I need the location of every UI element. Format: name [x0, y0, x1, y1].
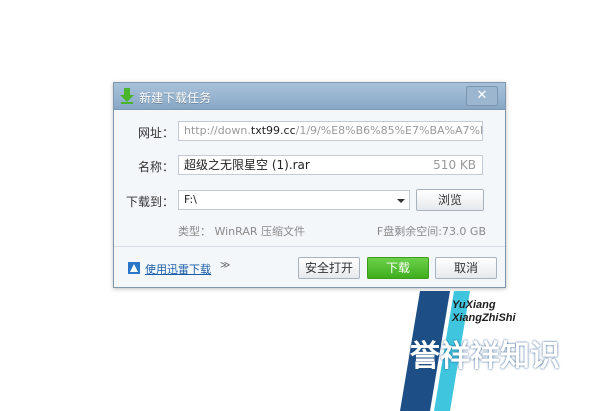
watermark-name-en-line2: XiangZhiShi [452, 312, 516, 324]
watermark-logo: YuXiang XiangZhiShi 誉祥祥知识 [390, 291, 600, 411]
use-thunder-download-text[interactable]: 使用迅雷下载 [145, 261, 211, 277]
chevron-down-icon[interactable]: ≫ [220, 260, 230, 271]
browse-button[interactable]: 浏览 [416, 189, 484, 211]
name-label: 名称： [137, 160, 174, 174]
file-type-info: 类型： WinRAR 压缩文件 [178, 225, 306, 238]
file-name: 超级之无限星空 (1).rar [184, 158, 310, 172]
file-size: 510 KB [433, 158, 476, 172]
download-arrow-icon [120, 88, 134, 104]
title-bar[interactable]: 新建下载任务 ✕ [114, 83, 505, 110]
dropdown-arrow-icon[interactable] [397, 199, 405, 203]
thunder-flag-icon [128, 262, 140, 274]
url-domain: txt99.cc [250, 124, 296, 137]
url-prefix: http://down. [184, 124, 251, 137]
download-path-select[interactable]: F:\ [178, 190, 410, 210]
url-label: 网址： [137, 126, 174, 140]
url-rest: /1/9/%E8%B6%85%E7%BA%A7%E4%B [295, 124, 482, 137]
watermark-name-en-line1: YuXiang [452, 299, 496, 311]
name-field[interactable]: 超级之无限星空 (1).rar 510 KB [178, 155, 483, 175]
free-space-info: F盘剩余空间:73.0 GB [376, 225, 486, 238]
new-download-task-dialog: 新建下载任务 ✕ 网址： http://down.txt99.cc/1/9/%E… [113, 82, 506, 288]
download-path-value: F:\ [184, 193, 197, 206]
url-field[interactable]: http://down.txt99.cc/1/9/%E8%B6%85%E7%BA… [178, 121, 483, 141]
safe-open-button[interactable]: 安全打开 [298, 257, 360, 279]
download-to-label: 下载到： [125, 195, 174, 209]
watermark-name-cn: 誉祥祥知识 [410, 339, 560, 374]
footer-divider [114, 246, 505, 247]
cancel-button[interactable]: 取消 [435, 257, 497, 279]
dialog-title: 新建下载任务 [139, 91, 212, 105]
download-button[interactable]: 下载 [367, 257, 429, 279]
close-button[interactable]: ✕ [466, 86, 498, 106]
